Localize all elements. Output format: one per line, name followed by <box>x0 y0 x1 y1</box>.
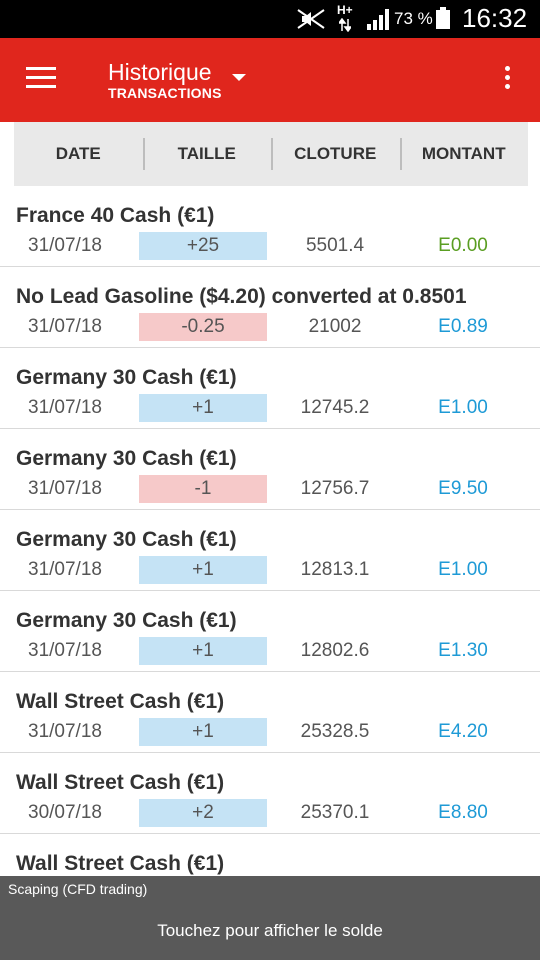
transaction-amount: E0.89 <box>438 316 488 337</box>
mute-icon <box>297 9 325 29</box>
transaction-size: +2 <box>139 799 267 827</box>
transaction-amount: E9.50 <box>438 478 488 499</box>
transaction-size: +1 <box>139 637 267 665</box>
transaction-size: +1 <box>139 718 267 746</box>
transaction-close: 12756.7 <box>300 478 370 499</box>
transaction-amount: E1.00 <box>438 397 488 418</box>
show-balance-prompt: Touchez pour afficher le solde <box>157 921 383 940</box>
title-dropdown[interactable]: Historique TRANSACTIONS <box>108 59 222 101</box>
instrument-name: Wall Street Cash (€1) <box>16 771 225 794</box>
column-amount[interactable]: MONTANT <box>399 122 529 186</box>
transaction-amount: E1.00 <box>438 559 488 580</box>
transaction-close: 12813.1 <box>300 559 370 580</box>
page-title: Historique <box>108 59 212 85</box>
column-close[interactable]: CLOTURE <box>271 122 400 186</box>
instrument-name: Germany 30 Cash (€1) <box>16 447 237 470</box>
instrument-name: Germany 30 Cash (€1) <box>16 609 237 632</box>
balance-footer[interactable]: Scaping (CFD trading) Touchez pour affic… <box>0 876 540 960</box>
dropdown-caret-icon[interactable] <box>232 74 246 81</box>
transaction-close: 12745.2 <box>300 397 370 418</box>
transaction-size: -0.25 <box>139 313 267 341</box>
transaction-size: -1 <box>139 475 267 503</box>
hamburger-menu-icon[interactable] <box>26 67 56 91</box>
account-label: Scaping (CFD trading) <box>8 881 148 897</box>
transaction-size: +1 <box>139 556 267 584</box>
transaction-date: 30/07/18 <box>28 802 102 823</box>
instrument-name: Germany 30 Cash (€1) <box>16 528 237 551</box>
transaction-close: 12802.6 <box>300 640 370 661</box>
transaction-close: 25370.1 <box>300 802 370 823</box>
transaction-list: France 40 Cash (€1) 31/07/18 +25 5501.4 … <box>0 186 540 915</box>
transaction-size: +1 <box>139 394 267 422</box>
data-arrows-icon <box>339 18 351 32</box>
transaction-amount: E1.30 <box>438 640 488 661</box>
battery-percent: 73 % <box>394 9 433 28</box>
transaction-row[interactable]: Germany 30 Cash (€1) 31/07/18 +1 12802.6… <box>0 591 540 672</box>
transaction-row[interactable]: France 40 Cash (€1) 31/07/18 +25 5501.4 … <box>0 186 540 267</box>
transaction-amount: E0.00 <box>438 235 488 256</box>
transaction-row[interactable]: No Lead Gasoline ($4.20) converted at 0.… <box>0 267 540 348</box>
transaction-date: 31/07/18 <box>28 640 102 661</box>
instrument-name: Wall Street Cash (€1) <box>16 690 225 713</box>
transaction-date: 31/07/18 <box>28 397 102 418</box>
instrument-name: No Lead Gasoline ($4.20) converted at 0.… <box>16 285 467 308</box>
clock: 16:32 <box>462 3 528 33</box>
instrument-name: Wall Street Cash (€1) <box>16 852 225 875</box>
transaction-row[interactable]: Germany 30 Cash (€1) 31/07/18 +1 12813.1… <box>0 510 540 591</box>
network-type: H+ <box>337 3 353 17</box>
transaction-date: 31/07/18 <box>28 316 102 337</box>
transaction-date: 31/07/18 <box>28 478 102 499</box>
column-date[interactable]: DATE <box>14 122 143 186</box>
more-vert-icon[interactable] <box>496 66 518 96</box>
instrument-name: France 40 Cash (€1) <box>16 204 215 227</box>
instrument-name: Germany 30 Cash (€1) <box>16 366 237 389</box>
transaction-close: 5501.4 <box>305 235 365 256</box>
transaction-row[interactable]: Germany 30 Cash (€1) 31/07/18 -1 12756.7… <box>0 429 540 510</box>
battery-icon <box>436 7 450 29</box>
column-size[interactable]: TAILLE <box>142 122 272 186</box>
transaction-amount: E4.20 <box>438 721 488 742</box>
page-subtitle: TRANSACTIONS <box>108 85 222 101</box>
column-header: DATE TAILLE CLOTURE MONTANT <box>14 122 528 186</box>
transaction-row[interactable]: Wall Street Cash (€1) 30/07/18 +2 25370.… <box>0 753 540 834</box>
signal-icon <box>367 9 389 30</box>
transaction-size: +25 <box>139 232 267 260</box>
app-bar: Historique TRANSACTIONS <box>0 38 540 122</box>
transaction-date: 31/07/18 <box>28 559 102 580</box>
transaction-date: 31/07/18 <box>28 721 102 742</box>
transaction-close: 25328.5 <box>300 721 370 742</box>
transaction-row[interactable]: Germany 30 Cash (€1) 31/07/18 +1 12745.2… <box>0 348 540 429</box>
transaction-close: 21002 <box>308 316 362 337</box>
transaction-date: 31/07/18 <box>28 235 102 256</box>
transaction-row[interactable]: Wall Street Cash (€1) 31/07/18 +1 25328.… <box>0 672 540 753</box>
transaction-amount: E8.80 <box>438 802 488 823</box>
status-bar: H+ 73 % 16:32 <box>0 0 540 38</box>
